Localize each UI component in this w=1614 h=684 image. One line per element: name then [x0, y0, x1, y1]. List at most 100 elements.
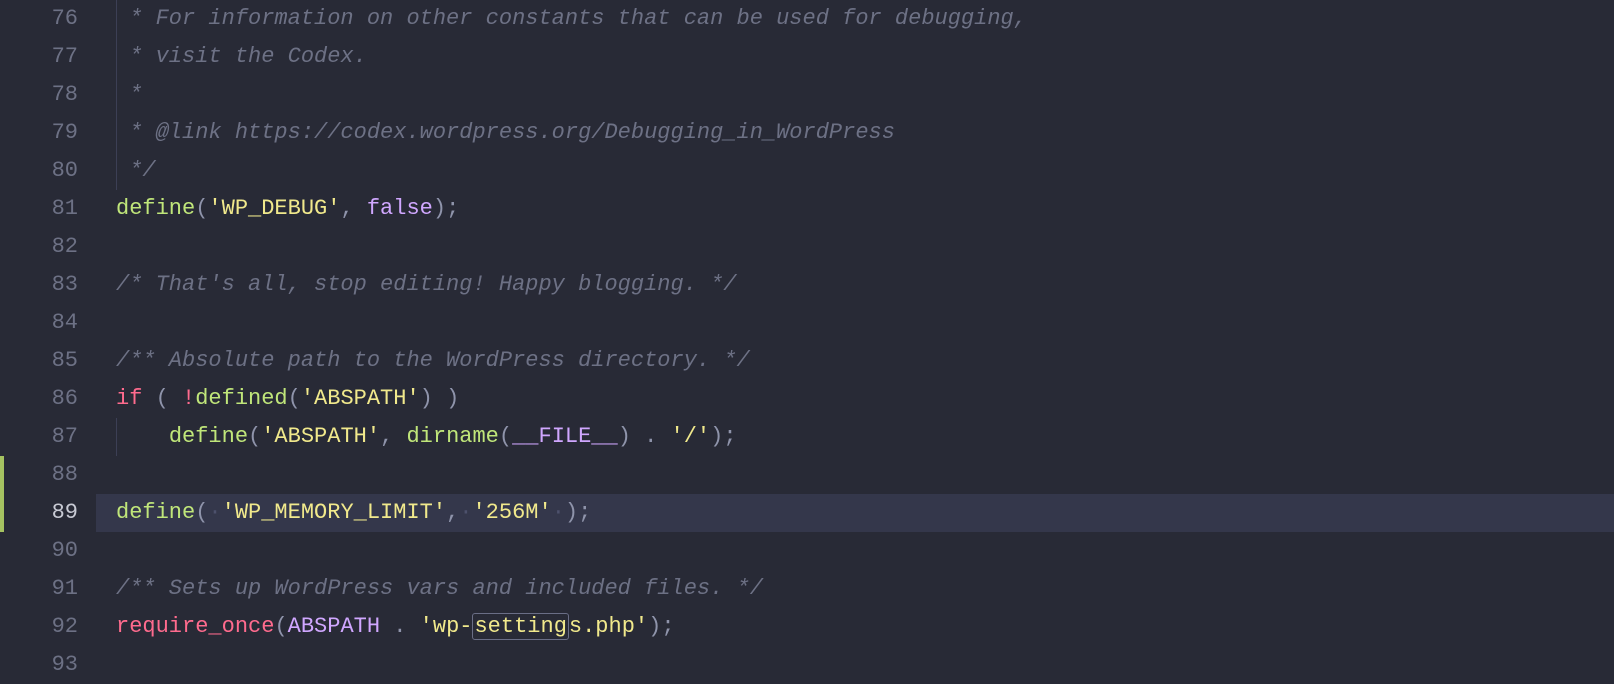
line-number[interactable]: 82 — [0, 228, 78, 266]
comment-text: /** Absolute path to the WordPress direc… — [116, 348, 750, 373]
code-token: ( — [195, 196, 208, 221]
code-token: ) — [618, 424, 644, 449]
code-line[interactable]: * — [96, 76, 1614, 114]
string-literal: setting — [472, 613, 568, 640]
constant: false — [367, 196, 433, 221]
code-area[interactable]: * For information on other constants tha… — [96, 0, 1614, 684]
constant: ABSPATH — [288, 614, 380, 639]
code-token: ) — [433, 196, 446, 221]
constant: __FILE__ — [512, 424, 618, 449]
code-token — [380, 614, 393, 639]
line-number[interactable]: 93 — [0, 646, 78, 684]
line-number[interactable]: 83 — [0, 266, 78, 304]
code-token: ( — [248, 424, 261, 449]
code-editor[interactable]: 767778798081828384858687888990919293 * F… — [0, 0, 1614, 684]
line-number[interactable]: 88 — [0, 456, 78, 494]
line-number[interactable]: 90 — [0, 532, 78, 570]
code-token: ; — [723, 424, 736, 449]
code-line[interactable] — [96, 456, 1614, 494]
indent-guide — [116, 152, 117, 190]
indent-guide — [116, 418, 117, 456]
keyword: require_once — [116, 614, 274, 639]
code-token: ( — [195, 500, 208, 525]
function-name: define — [169, 424, 248, 449]
string-literal: 'ABSPATH' — [301, 386, 420, 411]
line-number[interactable]: 80 — [0, 152, 78, 190]
function-name: define — [116, 196, 195, 221]
comment-text: /** Sets up WordPress vars and included … — [116, 576, 763, 601]
code-token: . — [644, 424, 657, 449]
modification-marker-layer — [0, 0, 6, 684]
whitespace-dot: · — [208, 500, 221, 525]
code-token: ; — [446, 196, 459, 221]
indent-guide — [116, 0, 117, 38]
function-name: dirname — [406, 424, 498, 449]
whitespace-dot: · — [459, 500, 472, 525]
keyword: if — [116, 386, 142, 411]
string-literal: s.php' — [569, 614, 648, 639]
code-token: ) — [710, 424, 723, 449]
code-line[interactable]: define('ABSPATH', dirname(__FILE__) . '/… — [96, 418, 1614, 456]
code-token: ) ) — [420, 386, 460, 411]
line-number[interactable]: 84 — [0, 304, 78, 342]
string-literal: '/' — [671, 424, 711, 449]
code-token: , — [340, 196, 366, 221]
line-number[interactable]: 86 — [0, 380, 78, 418]
line-number[interactable]: 91 — [0, 570, 78, 608]
code-line[interactable]: if ( !defined('ABSPATH') ) — [96, 380, 1614, 418]
string-literal: 'wp- — [420, 614, 473, 639]
code-line[interactable] — [96, 304, 1614, 342]
comment-text: * — [116, 82, 142, 107]
line-number[interactable]: 76 — [0, 0, 78, 38]
code-line[interactable]: */ — [96, 152, 1614, 190]
string-literal: 'WP_DEBUG' — [208, 196, 340, 221]
code-token: ) — [648, 614, 661, 639]
function-name: define — [116, 500, 195, 525]
function-name: defined — [195, 386, 287, 411]
string-literal: 'WP_MEMORY_LIMIT' — [222, 500, 446, 525]
code-line[interactable] — [96, 532, 1614, 570]
comment-text: * For information on other constants tha… — [116, 6, 1027, 31]
comment-text: * @link https://codex.wordpress.org/Debu… — [116, 120, 895, 145]
code-token: ; — [578, 500, 591, 525]
code-line[interactable]: /** Sets up WordPress vars and included … — [96, 570, 1614, 608]
code-token: ) — [565, 500, 578, 525]
string-literal: 'ABSPATH' — [261, 424, 380, 449]
code-token: ( — [499, 424, 512, 449]
code-line[interactable]: * visit the Codex. — [96, 38, 1614, 76]
keyword: ! — [182, 386, 195, 411]
comment-text: */ — [116, 158, 156, 183]
code-token — [657, 424, 670, 449]
git-modified-marker — [0, 494, 4, 532]
code-token — [406, 614, 419, 639]
indent-guide — [116, 38, 117, 76]
code-token: , — [380, 424, 406, 449]
code-line[interactable]: /* That's all, stop editing! Happy blogg… — [96, 266, 1614, 304]
whitespace-dot: · — [552, 500, 565, 525]
indent-guide — [116, 76, 117, 114]
line-number[interactable]: 81 — [0, 190, 78, 228]
code-line[interactable]: define(·'WP_MEMORY_LIMIT',·'256M'·); — [96, 494, 1614, 532]
code-token — [116, 424, 169, 449]
line-number[interactable]: 85 — [0, 342, 78, 380]
comment-text: * visit the Codex. — [116, 44, 367, 69]
string-literal: '256M' — [472, 500, 551, 525]
line-number[interactable]: 78 — [0, 76, 78, 114]
line-number[interactable]: 87 — [0, 418, 78, 456]
code-line[interactable]: /** Absolute path to the WordPress direc… — [96, 342, 1614, 380]
line-number-gutter[interactable]: 767778798081828384858687888990919293 — [0, 0, 96, 684]
code-token: , — [446, 500, 459, 525]
code-line[interactable]: * For information on other constants tha… — [96, 0, 1614, 38]
line-number[interactable]: 77 — [0, 38, 78, 76]
code-line[interactable]: * @link https://codex.wordpress.org/Debu… — [96, 114, 1614, 152]
code-line[interactable]: require_once(ABSPATH . 'wp-settings.php'… — [96, 608, 1614, 646]
line-number[interactable]: 92 — [0, 608, 78, 646]
code-line[interactable]: define('WP_DEBUG', false); — [96, 190, 1614, 228]
indent-guide — [116, 114, 117, 152]
comment-text: /* That's all, stop editing! Happy blogg… — [116, 272, 737, 297]
line-number[interactable]: 79 — [0, 114, 78, 152]
code-line[interactable] — [96, 228, 1614, 266]
code-token: ; — [661, 614, 674, 639]
code-token: . — [393, 614, 406, 639]
code-line[interactable] — [96, 646, 1614, 684]
